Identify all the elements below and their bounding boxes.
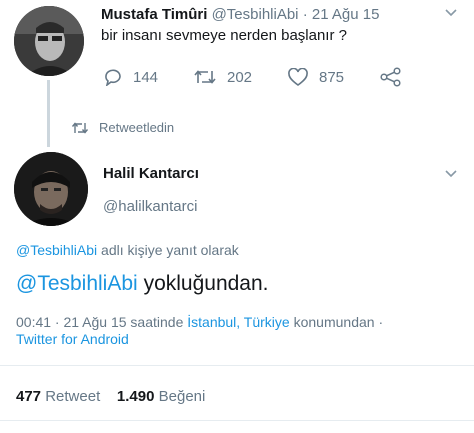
reply-to-handle[interactable]: @TesbihliAbi <box>16 242 97 258</box>
tweet-2-stats: 477 Retweet 1.490 Beğeni <box>16 388 205 405</box>
tweet-2-timestamp[interactable]: 00:41 · 21 Ağu 15 saatinde <box>16 314 183 330</box>
avatar-mustafa-image <box>14 6 84 76</box>
like-button[interactable]: 875 <box>287 68 344 87</box>
tweet-1-header: Mustafa Timûri @TesbihliAbi · 21 Ağu 15 <box>101 6 379 23</box>
tweet-2-location[interactable]: İstanbul, Türkiye <box>187 314 289 330</box>
retweets-stat-label: Retweet <box>45 388 101 405</box>
avatar-halil-image <box>14 152 88 226</box>
reply-icon <box>105 69 121 86</box>
reply-button[interactable]: 144 <box>103 68 158 86</box>
tweet-1-author-name[interactable]: Mustafa Timûri <box>101 6 207 23</box>
retweeted-label: Retweetledin <box>99 120 175 135</box>
retweets-stat[interactable]: 477 Retweet <box>16 388 104 405</box>
like-icon <box>288 68 308 86</box>
avatar-mustafa[interactable] <box>14 6 84 76</box>
share-icon <box>380 67 401 87</box>
likes-stat-count: 1.490 <box>116 388 155 405</box>
tweet-2-client[interactable]: Twitter for Android <box>16 331 129 347</box>
thread-connector <box>47 80 50 147</box>
tweet-2-author-name[interactable]: Halil Kantarcı <box>103 165 199 182</box>
retweeted-icon <box>71 121 89 134</box>
tweet-1-menu[interactable] <box>444 5 458 21</box>
tweet-2-location-suffix: konumundan · <box>293 314 384 330</box>
retweet-icon <box>194 70 216 84</box>
likes-stat-label: Beğeni <box>158 388 206 405</box>
tweet-2-author-handle[interactable]: @halilkantarci <box>103 198 197 215</box>
chevron-down-icon <box>445 9 457 17</box>
reply-to-suffix: adlı kişiye yanıt olarak <box>101 242 239 258</box>
retweeted-indicator: Retweetledin <box>71 120 174 135</box>
tweet-2-menu[interactable] <box>444 166 458 182</box>
tweet-2-body: yokluğundan. <box>143 272 269 295</box>
reply-context: @TesbihliAbi adlı kişiye yanıt olarak <box>16 242 239 258</box>
avatar-halil[interactable] <box>14 152 88 226</box>
likes-stat[interactable]: 1.490 Beğeni <box>117 388 205 405</box>
tweet-1-date[interactable]: 21 Ağu 15 <box>312 6 380 23</box>
tweet-2-meta: 00:41 · 21 Ağu 15 saatinde İstanbul, Tür… <box>16 313 383 332</box>
tweet-1-text: bir insanı sevmeye nerden başlanır ? <box>101 27 347 44</box>
tweet-1-separator: · <box>302 6 308 23</box>
like-count: 875 <box>319 69 345 86</box>
retweet-button[interactable]: 202 <box>193 68 252 86</box>
share-button[interactable] <box>380 67 402 87</box>
tweet-1-author-handle[interactable]: @TesbihliAbi <box>212 6 299 23</box>
retweet-count: 202 <box>227 68 253 86</box>
divider-bottom <box>0 420 474 421</box>
tweet-2-text: @TesbihliAbi yokluğundan. <box>16 272 269 296</box>
reply-count: 144 <box>133 68 159 86</box>
retweets-stat-count: 477 <box>16 388 42 405</box>
divider <box>0 365 474 366</box>
tweet-2-mention[interactable]: @TesbihliAbi <box>16 272 138 295</box>
chevron-down-icon <box>445 170 457 178</box>
